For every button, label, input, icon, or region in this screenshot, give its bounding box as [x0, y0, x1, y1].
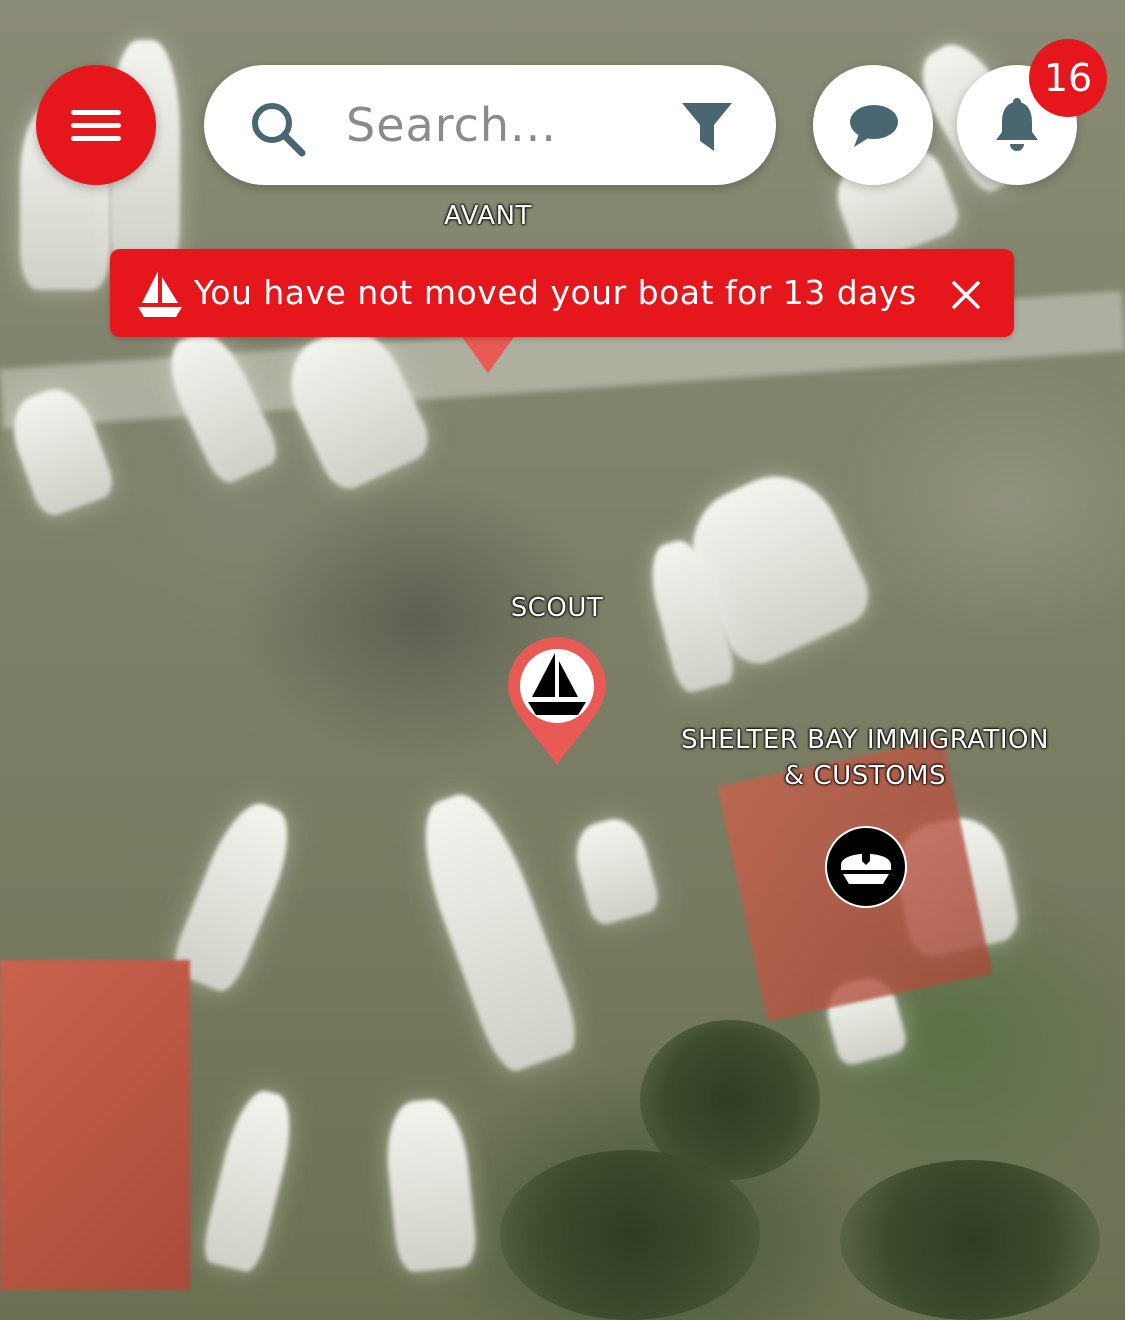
- chat-bubble-icon: [850, 105, 898, 147]
- customs-marker[interactable]: [825, 826, 907, 908]
- filter-icon[interactable]: [682, 101, 732, 153]
- map-boat-image: [381, 1096, 479, 1274]
- map-boat-image: [568, 812, 662, 928]
- map-pin-avant[interactable]: [462, 337, 514, 373]
- map-pin-scout[interactable]: [508, 637, 606, 765]
- map-building-roof: [0, 960, 190, 1290]
- search-icon: [252, 103, 306, 157]
- sailboat-icon: [138, 271, 182, 317]
- map-tree: [640, 1020, 820, 1180]
- hamburger-menu-icon: [71, 102, 121, 149]
- customs-label-line2: & CUSTOMS: [783, 761, 946, 791]
- map-boat-image: [199, 1085, 301, 1275]
- marker-label-customs: SHELTER BAY IMMIGRATION & CUSTOMS: [650, 722, 1080, 794]
- inactivity-alert-banner: You have not moved your boat for 13 days: [110, 249, 1014, 337]
- marker-label-avant: AVANT: [444, 201, 532, 231]
- officer-cap-icon: [827, 828, 905, 906]
- notification-count-badge: 16: [1029, 39, 1107, 117]
- menu-button[interactable]: [36, 65, 156, 185]
- search-input[interactable]: [346, 91, 666, 159]
- marker-label-scout: SCOUT: [510, 593, 604, 623]
- map-tree: [840, 1160, 1100, 1320]
- map-boat-image: [404, 783, 586, 1077]
- alert-message: You have not moved your boat for 13 days: [194, 273, 917, 312]
- search-bar[interactable]: [204, 65, 776, 185]
- close-icon[interactable]: [946, 275, 986, 315]
- chat-button[interactable]: [813, 65, 933, 185]
- customs-label-line1: SHELTER BAY IMMIGRATION: [681, 725, 1049, 755]
- bell-icon: [996, 98, 1038, 151]
